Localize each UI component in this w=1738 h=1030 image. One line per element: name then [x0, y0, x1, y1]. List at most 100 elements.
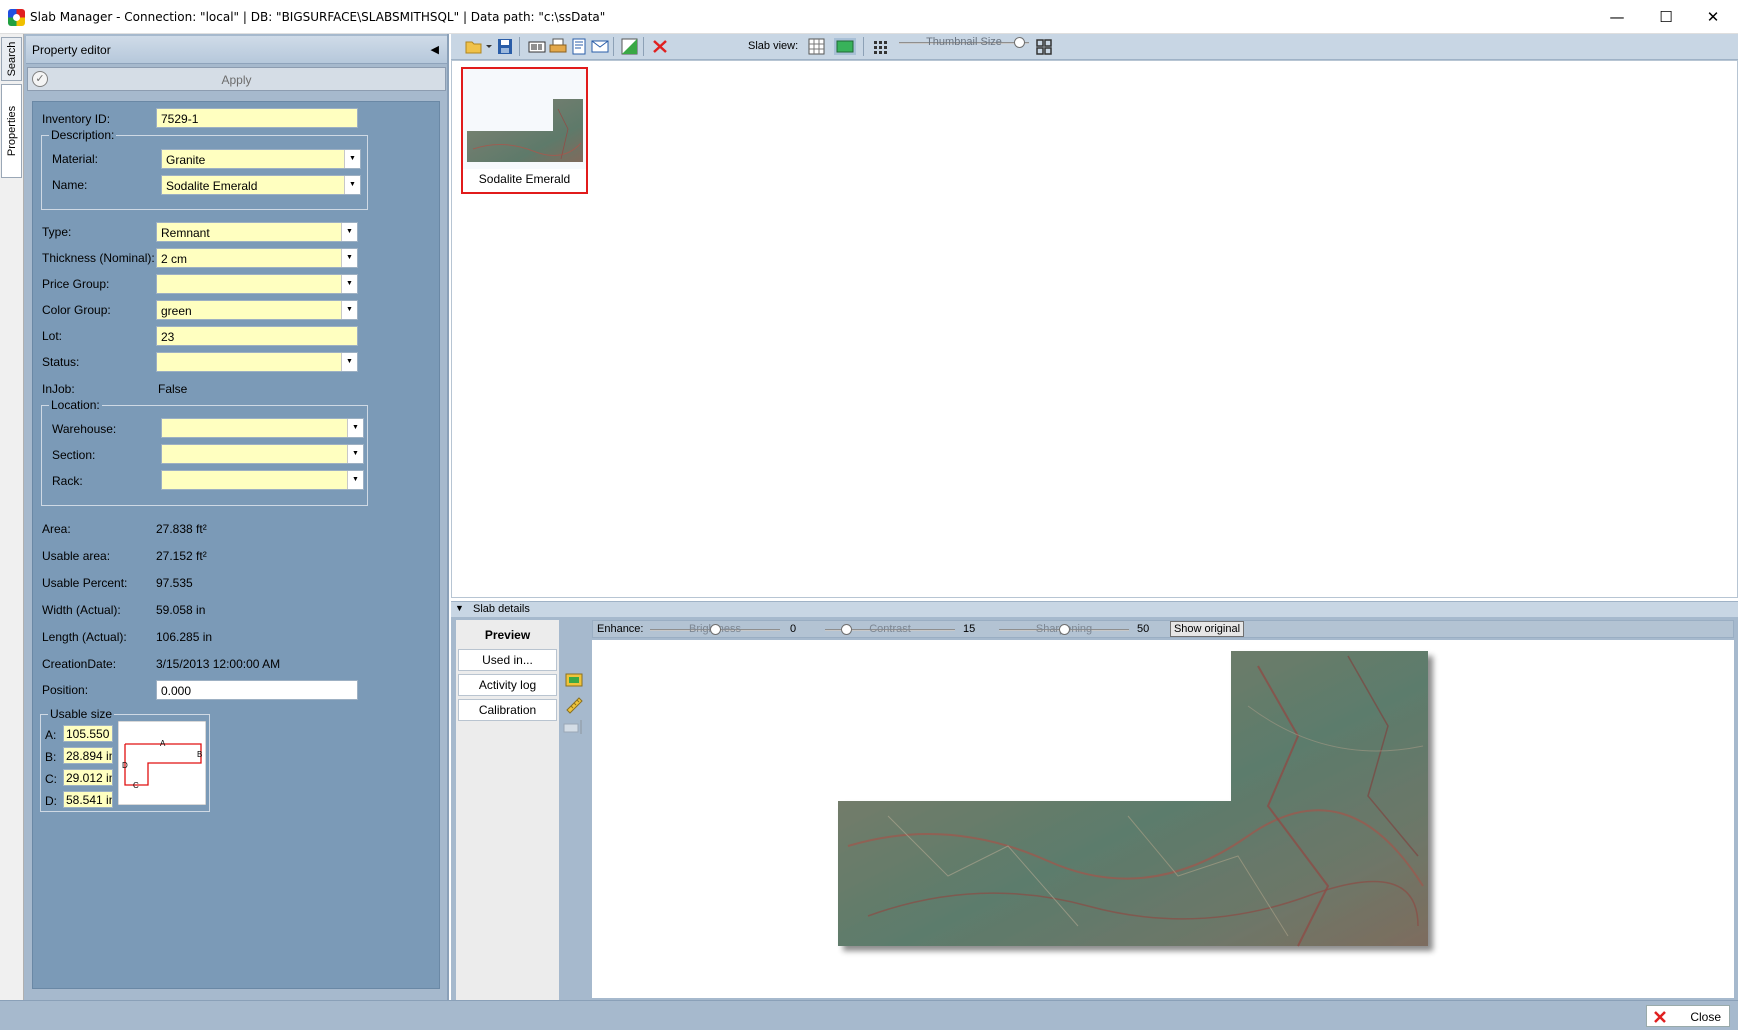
status-label: Status: — [42, 355, 80, 369]
warehouse-select[interactable]: ▼ — [161, 418, 364, 438]
chevron-down-icon[interactable]: ▼ — [341, 353, 357, 371]
usable-c-label: C: — [45, 772, 57, 786]
slab-details-header[interactable]: ▼ Slab details — [451, 601, 1738, 617]
diagram-d-label: D — [122, 761, 128, 770]
chevron-down-icon[interactable]: ▼ — [341, 301, 357, 319]
usable-percent-value: 97.535 — [156, 576, 193, 590]
minimize-button[interactable]: — — [1594, 0, 1640, 34]
sharpening-slider[interactable]: Sharpening — [999, 623, 1129, 637]
tab-preview[interactable]: Preview — [458, 624, 557, 647]
small-thumbnails-icon[interactable] — [871, 38, 889, 55]
ruler-icon[interactable] — [565, 696, 583, 714]
width-value: 59.058 in — [156, 603, 206, 617]
email-icon[interactable] — [591, 38, 609, 55]
status-select[interactable]: ▼ — [156, 352, 358, 372]
location-group: Location: Warehouse: ▼ Section: ▼ Rack: … — [41, 398, 368, 506]
brightness-value: 0 — [790, 623, 797, 635]
position-label: Position: — [42, 683, 89, 697]
toolbar-separator — [519, 37, 520, 56]
name-value: Sodalite Emerald — [166, 179, 258, 193]
thickness-select[interactable]: 2 cm ▼ — [156, 248, 358, 268]
chevron-down-icon[interactable]: ▼ — [341, 275, 357, 293]
edit-image-icon[interactable] — [621, 38, 639, 55]
price-group-select[interactable]: ▼ — [156, 274, 358, 294]
close-window-button[interactable]: ✕ — [1690, 0, 1736, 34]
crop-tool-icon[interactable] — [563, 718, 585, 736]
contrast-slider[interactable]: Contrast — [825, 623, 955, 637]
usable-size-title: Usable size — [48, 707, 115, 721]
grid-view-icon[interactable] — [808, 38, 826, 55]
section-select[interactable]: ▼ — [161, 444, 364, 464]
rack-select[interactable]: ▼ — [161, 470, 364, 490]
chevron-down-icon[interactable]: ▼ — [347, 471, 363, 489]
tab-properties[interactable]: Properties — [1, 84, 22, 178]
maximize-button[interactable]: ☐ — [1643, 0, 1689, 34]
property-editor-panel: Property editor ◀ ✓ Apply Inventory ID: … — [24, 34, 449, 1000]
diagram-c-label: C — [133, 781, 139, 790]
chevron-down-icon[interactable] — [485, 38, 493, 55]
chevron-down-icon[interactable]: ▼ — [344, 176, 360, 194]
toolbar-separator — [863, 37, 864, 56]
name-select[interactable]: Sodalite Emerald ▼ — [161, 175, 361, 195]
length-value: 106.285 in — [156, 630, 213, 644]
warehouse-label: Warehouse: — [52, 422, 117, 436]
brightness-slider[interactable]: Brightness — [650, 623, 780, 637]
close-button[interactable]: Close — [1646, 1005, 1730, 1027]
contrast-value: 15 — [963, 623, 976, 635]
print-icon[interactable] — [549, 38, 567, 55]
collapse-arrow-icon[interactable]: ◀ — [431, 43, 439, 56]
chevron-down-icon[interactable]: ▼ — [347, 445, 363, 463]
details-tab-list: Preview Used in... Activity log Calibrat… — [456, 620, 559, 1000]
print-preview-icon[interactable] — [570, 38, 588, 55]
color-group-value: green — [161, 304, 192, 318]
thickness-label: Thickness (Nominal): — [42, 251, 155, 265]
usable-c-field[interactable]: 29.012 in — [63, 769, 113, 786]
delete-icon[interactable] — [651, 38, 669, 55]
image-view-icon[interactable] — [834, 38, 856, 55]
slider-knob[interactable] — [1014, 37, 1025, 48]
usable-d-field[interactable]: 58.541 in — [63, 791, 113, 808]
type-select[interactable]: Remnant ▼ — [156, 222, 358, 242]
thumbnail-size-slider[interactable]: Thumbnail Size — [899, 36, 1029, 50]
open-folder-icon[interactable] — [465, 38, 483, 55]
chevron-down-icon[interactable]: ▼ — [344, 150, 360, 168]
show-original-button[interactable]: Show original — [1170, 621, 1244, 637]
color-group-label: Color Group: — [42, 303, 111, 317]
title-bar: Slab Manager - Connection: "local" | DB:… — [0, 0, 1738, 34]
tab-search[interactable]: Search — [1, 37, 22, 81]
usable-b-label: B: — [45, 750, 57, 764]
property-form: Inventory ID: 7529-1 Description: Materi… — [32, 101, 440, 989]
usable-a-field[interactable]: 105.550 in — [63, 725, 113, 742]
slab-details-title: Slab details — [473, 603, 530, 615]
apply-button[interactable]: ✓ Apply — [27, 67, 446, 91]
chevron-down-icon[interactable]: ▼ — [341, 223, 357, 241]
tab-used-in[interactable]: Used in... — [458, 649, 557, 671]
collapse-triangle-icon[interactable]: ▼ — [455, 603, 464, 613]
large-thumbnails-icon[interactable] — [1035, 38, 1053, 55]
property-editor-header: Property editor ◀ — [26, 36, 447, 64]
section-label: Section: — [52, 448, 96, 462]
slider-knob[interactable] — [710, 624, 721, 635]
area-label: Area: — [42, 522, 71, 536]
lot-field[interactable]: 23 — [156, 326, 358, 346]
description-group: Description: Material: Granite ▼ Name: So… — [41, 128, 368, 210]
material-select[interactable]: Granite ▼ — [161, 149, 361, 169]
type-label: Type: — [42, 225, 72, 239]
slider-knob[interactable] — [841, 624, 852, 635]
injob-value: False — [158, 382, 188, 396]
color-group-select[interactable]: green ▼ — [156, 300, 358, 320]
usable-b-field[interactable]: 28.894 in — [63, 747, 113, 764]
save-icon[interactable] — [496, 38, 514, 55]
close-button-label: Close — [1690, 1010, 1721, 1024]
chevron-down-icon[interactable]: ▼ — [347, 419, 363, 437]
inventory-id-field[interactable]: 7529-1 — [156, 108, 358, 128]
window-title: Slab Manager - Connection: "local" | DB:… — [30, 10, 606, 24]
tab-calibration[interactable]: Calibration — [458, 699, 557, 721]
slab-thumbnail[interactable]: Sodalite Emerald — [461, 67, 588, 194]
slab-image-icon[interactable] — [565, 673, 583, 687]
barcode-icon[interactable] — [528, 38, 546, 55]
chevron-down-icon[interactable]: ▼ — [341, 249, 357, 267]
tab-activity-log[interactable]: Activity log — [458, 674, 557, 696]
slider-knob[interactable] — [1059, 624, 1070, 635]
position-field[interactable]: 0.000 — [156, 680, 358, 700]
